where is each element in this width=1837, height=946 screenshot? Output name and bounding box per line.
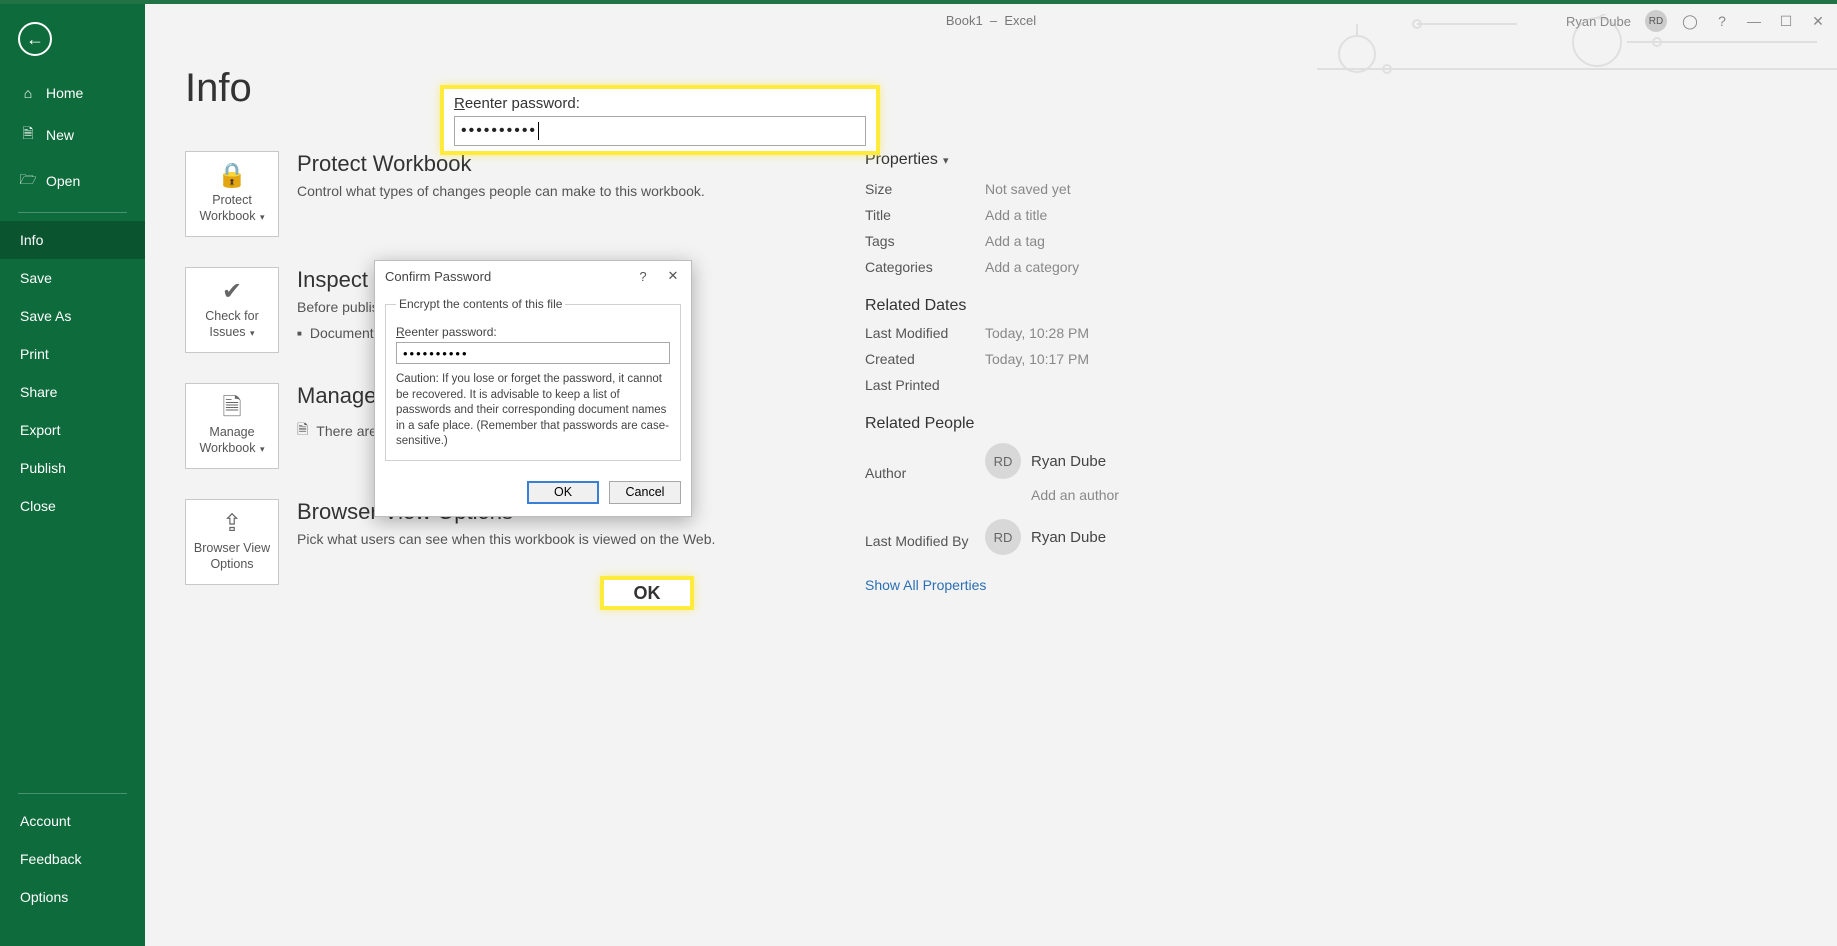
sidebar-item-label: Home [46,85,83,101]
sidebar-item-export[interactable]: Export [0,411,145,449]
titlebar-text: Book1 – Excel [946,13,1036,28]
reenter-password-label: Reenter password: [396,325,670,339]
new-icon: 🗎 [20,123,36,147]
prop-val-lastmod: Today, 10:28 PM [985,325,1265,341]
prop-val-size: Not saved yet [985,181,1265,197]
tile-label: Protect Workbook [199,193,255,223]
back-arrow-icon: ← [26,29,44,50]
sidebar-item-label: Print [20,346,49,362]
modby-avatar: RD [985,519,1021,555]
backstage-sidebar: ← ⌂ Home 🗎 New 🗁 Open Info Save [0,4,145,946]
upload-icon: ⇪ [222,512,242,536]
reenter-password-input[interactable] [396,342,670,364]
prop-key-modby: Last Modified By [865,533,985,549]
section-description: Pick what users can see when this workbo… [297,531,715,547]
groupbox-legend: Encrypt the contents of this file [396,297,565,311]
add-author-link[interactable]: Add an author [1031,487,1265,503]
prop-key-categories: Categories [865,259,985,275]
page-title: Info [185,66,1789,111]
check-for-issues-button[interactable]: ✔︎ Check for Issues ▾ [185,267,279,353]
confirm-password-dialog: Confirm Password ? ✕ Encrypt the content… [374,260,692,517]
manage-workbook-button[interactable]: 🗎 Manage Workbook ▾ [185,383,279,469]
prop-val-tags[interactable]: Add a tag [985,233,1265,249]
sidebar-item-label: Account [20,813,71,829]
related-people-heading: Related People [865,415,1265,433]
prop-key-lastmod: Last Modified [865,325,985,341]
sidebar-item-label: Publish [20,460,66,476]
sidebar-item-label: Open [46,173,80,189]
related-dates-heading: Related Dates [865,297,1265,315]
check-icon: ✔︎ [222,280,242,304]
back-button[interactable]: ← [18,22,52,56]
sidebar-divider [18,793,127,794]
sidebar-item-print[interactable]: Print [0,335,145,373]
prop-val-categories[interactable]: Add a category [985,259,1265,275]
document-icon: 🗎 [297,419,308,443]
open-icon: 🗁 [20,169,36,193]
prop-val-lastprint [985,377,1265,393]
protect-workbook-button[interactable]: 🔒 Protect Workbook ▾ [185,151,279,237]
sidebar-divider [18,212,127,213]
sidebar-item-account[interactable]: Account [0,802,145,840]
home-icon: ⌂ [20,85,36,101]
sidebar-item-home[interactable]: ⌂ Home [0,74,145,112]
sidebar-item-label: Options [20,889,68,905]
sidebar-item-options[interactable]: Options [0,878,145,916]
sidebar-item-close[interactable]: Close [0,487,145,525]
section-description: Control what types of changes people can… [297,183,705,199]
dialog-caution-text: Caution: If you lose or forget the passw… [396,372,670,450]
show-all-properties-link[interactable]: Show All Properties [865,577,1265,593]
sidebar-item-label: Share [20,384,57,400]
chevron-down-icon: ▾ [258,212,265,222]
author-name[interactable]: Ryan Dube [1031,453,1106,470]
properties-dropdown[interactable]: Properties ▾ [865,151,1265,169]
prop-val-title[interactable]: Add a title [985,207,1265,223]
prop-key-lastprint: Last Printed [865,377,985,393]
sidebar-item-save[interactable]: Save [0,259,145,297]
sidebar-item-label: Export [20,422,60,438]
lock-icon: 🔒 [217,164,247,188]
section-heading: Protect Workbook [297,151,705,177]
sidebar-item-label: Info [20,232,43,248]
chevron-down-icon: ▾ [248,328,255,338]
prop-val-created: Today, 10:17 PM [985,351,1265,367]
author-avatar: RD [985,443,1021,479]
dialog-title-text: Confirm Password [385,269,491,284]
sidebar-item-new[interactable]: 🗎 New [0,112,145,158]
prop-key-author: Author [865,465,985,481]
document-icon: 🗎 [222,396,241,420]
sidebar-item-info[interactable]: Info [0,221,145,259]
dialog-close-icon[interactable]: ✕ [659,264,687,288]
prop-key-created: Created [865,351,985,367]
sidebar-item-label: Feedback [20,851,81,867]
modby-name[interactable]: Ryan Dube [1031,529,1106,546]
sidebar-item-label: Save As [20,308,71,324]
tile-label: Browser View Options [192,540,272,573]
prop-key-tags: Tags [865,233,985,249]
encrypt-groupbox: Encrypt the contents of this file Reente… [385,297,681,461]
sidebar-item-label: Save [20,270,52,286]
chevron-down-icon: ▾ [258,444,265,454]
dialog-help-icon[interactable]: ? [629,264,657,288]
sidebar-item-feedback[interactable]: Feedback [0,840,145,878]
sidebar-item-open[interactable]: 🗁 Open [0,158,145,204]
sidebar-item-save-as[interactable]: Save As [0,297,145,335]
sidebar-item-publish[interactable]: Publish [0,449,145,487]
prop-key-title: Title [865,207,985,223]
sidebar-item-label: Close [20,498,56,514]
browser-view-options-button[interactable]: ⇪ Browser View Options [185,499,279,585]
prop-key-size: Size [865,181,985,197]
dialog-ok-button[interactable]: OK [527,481,599,504]
sidebar-item-label: New [46,127,74,143]
tile-label: Manage Workbook [199,425,255,455]
sidebar-item-share[interactable]: Share [0,373,145,411]
dialog-cancel-button[interactable]: Cancel [609,481,681,504]
